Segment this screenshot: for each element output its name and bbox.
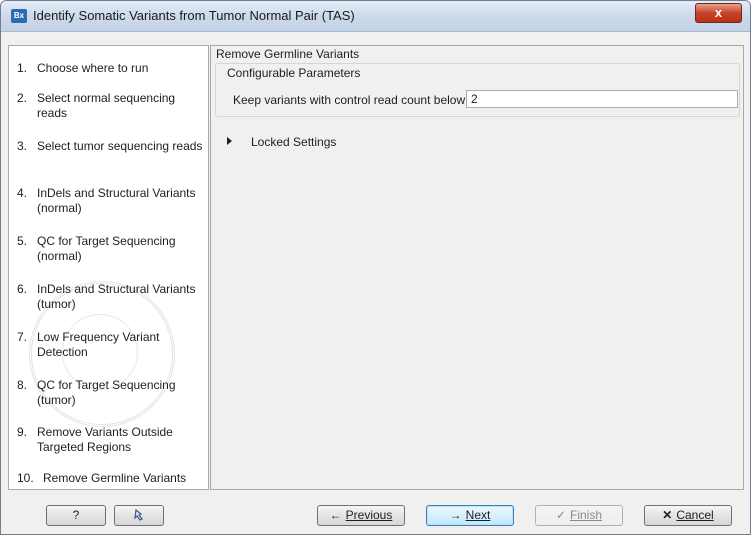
step-label: QC for Target Sequencing (tumor) [37,378,176,407]
next-button[interactable]: → Next [426,505,514,526]
step-number: 4. [17,186,28,200]
control-read-count-input[interactable] [466,90,738,108]
arrow-left-icon: ← [329,508,342,522]
step-number: 9. [17,425,28,439]
step-number: 2. [17,91,28,105]
wizard-steps-panel: 1. Choose where to run 2. Select normal … [8,45,209,490]
step-label: InDels and Structural Variants (normal) [37,186,196,215]
finish-button[interactable]: ✓ Finish [535,505,623,526]
step-number: 7. [17,330,28,344]
step-number: 5. [17,234,28,248]
previous-label: Previous [345,508,393,522]
cancel-label: Cancel [676,508,714,522]
step-label: QC for Target Sequencing (normal) [37,234,176,263]
previous-button[interactable]: ← Previous [317,505,405,526]
step-number: 10. [17,471,34,485]
locked-settings-toggle[interactable]: Locked Settings [251,135,336,149]
app-icon: Bx [11,9,27,23]
step-number: 1. [17,61,28,75]
finish-label: Finish [570,508,603,522]
step-number: 8. [17,378,28,392]
cross-icon: ✕ [662,508,673,522]
step-number: 6. [17,282,28,296]
question-icon: ? [72,508,80,522]
section-title: Remove Germline Variants [216,47,360,61]
next-label: Next [465,508,491,522]
settings-panel: Remove Germline Variants Configurable Pa… [210,45,744,490]
title-bar: Bx Identify Somatic Variants from Tumor … [1,1,750,32]
group-title: Configurable Parameters [227,66,361,80]
step-label: Remove Variants Outside Targeted Regions [37,425,173,454]
step-label: Remove Germline Variants [43,471,187,485]
step-label: Choose where to run [37,61,149,75]
dialog-window: Bx Identify Somatic Variants from Tumor … [0,0,751,535]
close-button[interactable]: x [695,3,742,23]
step-number: 3. [17,139,28,153]
step-label: InDels and Structural Variants (tumor) [37,282,196,311]
cancel-button[interactable]: ✕ Cancel [644,505,732,526]
reset-icon [132,508,146,522]
window-title: Identify Somatic Variants from Tumor Nor… [33,8,355,23]
step-label: Select tumor sequencing reads [37,139,203,153]
step-label: Select normal sequencing reads [37,91,176,120]
arrow-right-icon: → [449,508,462,522]
help-button[interactable]: ? [46,505,106,526]
step-label: Low Frequency Variant Detection [37,330,160,359]
control-read-count-label: Keep variants with control read count be… [233,93,466,107]
reset-button[interactable] [114,505,164,526]
checkmark-icon: ✓ [555,508,567,522]
expand-arrow-icon[interactable] [227,137,232,145]
